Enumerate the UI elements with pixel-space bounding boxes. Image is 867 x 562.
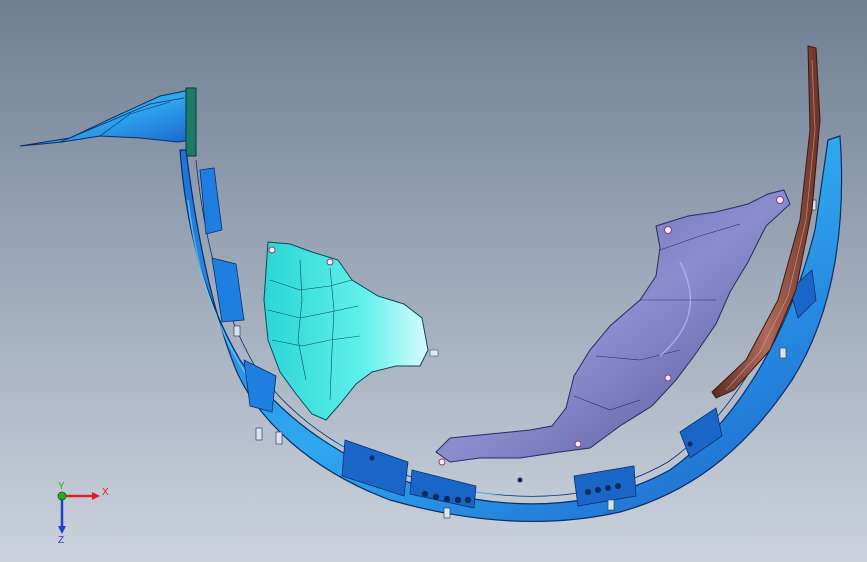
- axis-triad: [57, 491, 100, 534]
- cad-viewport[interactable]: X Y Z: [0, 0, 867, 562]
- y-axis-dot: [57, 491, 67, 501]
- upper-fender-flap: [19, 87, 197, 157]
- x-axis-label: X: [102, 487, 109, 498]
- cad-model-scene[interactable]: [0, 0, 867, 562]
- z-axis-label: Z: [58, 535, 65, 546]
- y-axis-label: Y: [58, 481, 65, 492]
- front-bracket: [263, 241, 439, 421]
